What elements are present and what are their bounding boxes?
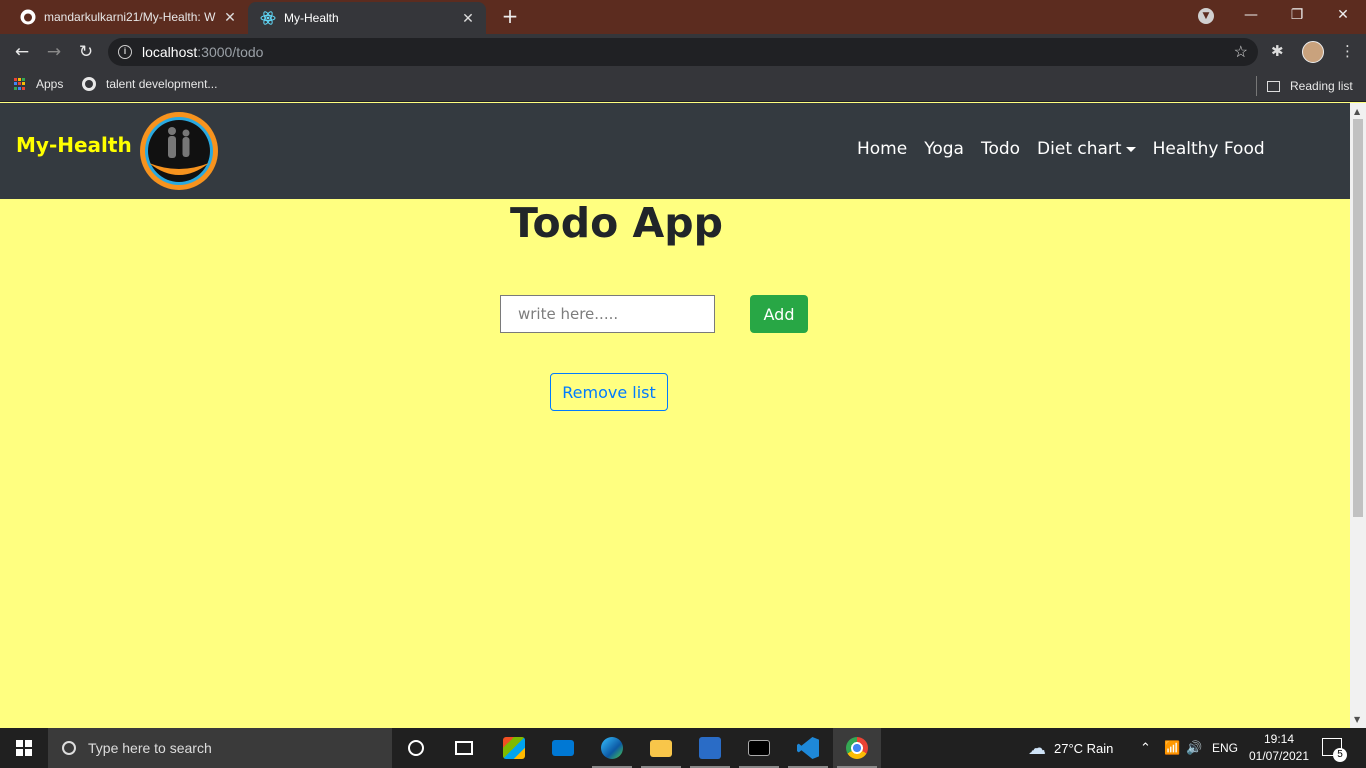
nav-healthy-food[interactable]: Healthy Food bbox=[1153, 139, 1265, 159]
nav-links: Home Yoga Todo Diet chart Healthy Food bbox=[857, 139, 1282, 159]
close-icon[interactable]: ✕ bbox=[458, 10, 478, 27]
reading-list-icon bbox=[1267, 80, 1280, 92]
tab-github[interactable]: mandarkulkarni21/My-Health: W ✕ bbox=[8, 0, 248, 34]
terminal-icon bbox=[748, 740, 770, 756]
language-indicator[interactable]: ENG bbox=[1212, 728, 1238, 768]
notification-count-badge: 5 bbox=[1333, 748, 1347, 762]
back-icon[interactable]: ← bbox=[12, 42, 32, 62]
cortana-button[interactable] bbox=[392, 728, 440, 768]
edge-app[interactable] bbox=[588, 728, 636, 768]
terminal-app[interactable] bbox=[735, 728, 783, 768]
scroll-down-icon[interactable]: ▼ bbox=[1354, 715, 1360, 724]
edge-icon bbox=[601, 737, 623, 759]
tab-my-health[interactable]: My-Health ✕ bbox=[248, 2, 486, 34]
address-bar[interactable]: i localhost:3000/todo ☆ bbox=[108, 38, 1258, 66]
forward-icon[interactable]: → bbox=[44, 42, 64, 62]
file-explorer-app[interactable] bbox=[637, 728, 685, 768]
scrollbar-thumb[interactable] bbox=[1353, 119, 1363, 517]
search-icon bbox=[62, 741, 76, 755]
address-host: localhost bbox=[142, 44, 198, 60]
nav-home[interactable]: Home bbox=[857, 139, 907, 159]
github-icon bbox=[20, 9, 36, 25]
mail-icon bbox=[552, 740, 574, 756]
bookmark-apps[interactable]: Apps bbox=[14, 77, 63, 91]
taskbar-clock[interactable]: 19:14 01/07/2021 bbox=[1246, 731, 1312, 765]
react-icon bbox=[260, 10, 276, 26]
todo-input[interactable] bbox=[500, 295, 715, 333]
store-icon bbox=[503, 737, 525, 759]
bookmark-label: talent development... bbox=[106, 77, 218, 91]
tab-title: mandarkulkarni21/My-Health: W bbox=[44, 10, 216, 24]
folder-icon bbox=[650, 739, 672, 757]
windows-logo-icon bbox=[16, 740, 32, 756]
nav-diet-chart-label: Diet chart bbox=[1037, 139, 1122, 159]
vscode-icon bbox=[797, 737, 819, 759]
show-hidden-icons-icon[interactable]: ⌃ bbox=[1140, 728, 1151, 768]
site-info-icon[interactable]: i bbox=[118, 45, 132, 59]
globe-icon bbox=[82, 77, 96, 91]
task-view-button[interactable] bbox=[440, 728, 488, 768]
page-content: My-Health Home Yoga Todo Diet chart Heal… bbox=[0, 103, 1350, 728]
chrome-icon bbox=[846, 737, 868, 759]
taskbar-search[interactable]: Type here to search bbox=[48, 728, 392, 768]
add-button[interactable]: Add bbox=[750, 295, 808, 333]
nav-yoga[interactable]: Yoga bbox=[924, 139, 964, 159]
new-tab-button[interactable]: + bbox=[500, 6, 520, 26]
bookmark-talent-development[interactable]: talent development... bbox=[82, 77, 217, 91]
window-controls: — ❐ ✕ bbox=[1228, 0, 1366, 30]
bookmark-label: Apps bbox=[36, 77, 64, 91]
reload-icon[interactable]: ↻ bbox=[76, 42, 96, 62]
powershell-app[interactable] bbox=[686, 728, 734, 768]
task-view-icon bbox=[455, 741, 473, 755]
remove-list-button[interactable]: Remove list bbox=[550, 373, 668, 411]
reading-list-button[interactable]: Reading list bbox=[1256, 76, 1353, 96]
clock-date: 01/07/2021 bbox=[1248, 749, 1310, 763]
cloud-rain-icon: ☁ bbox=[1028, 737, 1046, 758]
nav-todo[interactable]: Todo bbox=[981, 139, 1020, 159]
restore-icon[interactable]: ❐ bbox=[1274, 7, 1320, 23]
weather-text: 27°C Rain bbox=[1054, 740, 1114, 756]
cortana-icon bbox=[408, 740, 424, 756]
brand-link[interactable]: My-Health bbox=[16, 133, 132, 157]
page-scrollbar[interactable]: ▲ ▼ bbox=[1350, 103, 1366, 728]
menu-kebab-icon[interactable]: ⋮ bbox=[1340, 42, 1355, 60]
windows-taskbar: Type here to search ☁ 27°C Rain ⌃ 📶 🔊 EN… bbox=[0, 728, 1366, 768]
bookmark-star-icon[interactable]: ☆ bbox=[1234, 42, 1248, 62]
profile-avatar[interactable] bbox=[1302, 41, 1324, 63]
chrome-app[interactable] bbox=[833, 728, 881, 768]
browser-tab-strip: mandarkulkarni21/My-Health: W ✕ My-Healt… bbox=[0, 0, 1366, 34]
browser-toolbar: ← → ↻ i localhost:3000/todo ☆ ✱ ⋮ bbox=[0, 34, 1366, 70]
weather-widget[interactable]: ☁ 27°C Rain bbox=[1028, 728, 1113, 768]
volume-icon[interactable]: 🔊 bbox=[1186, 728, 1202, 768]
taskbar-search-placeholder: Type here to search bbox=[88, 740, 212, 756]
window-close-icon[interactable]: ✕ bbox=[1320, 7, 1366, 23]
store-app[interactable] bbox=[490, 728, 538, 768]
site-navbar: My-Health Home Yoga Todo Diet chart Heal… bbox=[0, 103, 1350, 199]
caret-down-icon bbox=[1125, 146, 1136, 152]
tab-title: My-Health bbox=[284, 11, 339, 25]
clock-time: 19:14 bbox=[1263, 732, 1295, 746]
my-health-logo bbox=[140, 112, 218, 190]
close-icon[interactable]: ✕ bbox=[220, 9, 240, 26]
powershell-icon bbox=[699, 737, 721, 759]
vscode-app[interactable] bbox=[784, 728, 832, 768]
apps-grid-icon bbox=[14, 78, 26, 90]
nav-diet-chart-dropdown[interactable]: Diet chart bbox=[1037, 139, 1136, 159]
tab-search-icon[interactable]: ▼ bbox=[1198, 8, 1214, 24]
minimize-icon[interactable]: — bbox=[1228, 7, 1274, 23]
address-path: :3000/todo bbox=[197, 44, 264, 60]
mail-app[interactable] bbox=[539, 728, 587, 768]
bookmarks-bar: Apps talent development... Reading list bbox=[0, 70, 1366, 102]
wifi-icon[interactable]: 📶 bbox=[1164, 728, 1180, 768]
extensions-icon[interactable]: ✱ bbox=[1271, 42, 1284, 60]
reading-list-label: Reading list bbox=[1290, 79, 1353, 93]
scroll-up-icon[interactable]: ▲ bbox=[1354, 107, 1360, 116]
page-title: Todo App bbox=[510, 199, 723, 247]
start-button[interactable] bbox=[0, 728, 48, 768]
